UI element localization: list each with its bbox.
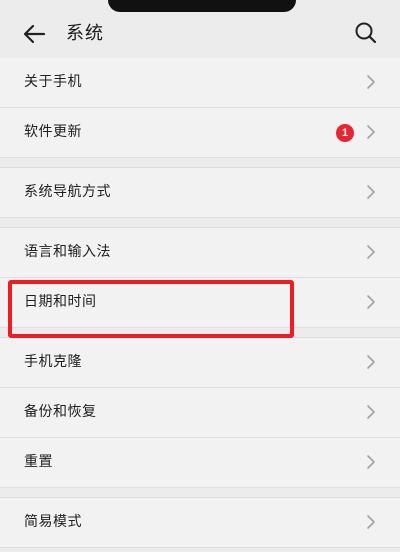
settings-item-backup-restore[interactable]: 备份和恢复	[0, 388, 400, 438]
settings-item-phone-clone[interactable]: 手机克隆	[0, 337, 400, 388]
back-arrow-icon	[23, 24, 46, 44]
chevron-right-icon	[367, 295, 375, 309]
chevron-right-icon	[367, 185, 375, 199]
settings-item-label: 简易模式	[24, 514, 82, 530]
settings-item-label: 重置	[24, 454, 53, 470]
settings-item-label: 关于手机	[24, 74, 82, 90]
chevron-right-icon	[367, 75, 375, 89]
settings-item-date-time[interactable]: 日期和时间	[0, 278, 400, 328]
settings-item-system-navigation[interactable]: 系统导航方式	[0, 167, 400, 218]
chevron-right-icon	[367, 405, 375, 419]
chevron-right-icon	[367, 455, 375, 469]
back-button[interactable]	[20, 19, 50, 49]
update-count-badge: 1	[336, 124, 354, 142]
app-header: 系统	[0, 0, 400, 66]
settings-item-about-phone[interactable]: 关于手机	[0, 58, 400, 108]
settings-item-software-update[interactable]: 软件更新 1	[0, 108, 400, 158]
settings-item-label: 系统导航方式	[24, 184, 111, 200]
chevron-right-icon	[367, 355, 375, 369]
search-icon	[355, 22, 377, 44]
chevron-right-icon	[367, 125, 375, 139]
chevron-right-icon	[367, 515, 375, 529]
chevron-right-icon	[367, 245, 375, 259]
settings-item-label: 备份和恢复	[24, 404, 97, 420]
settings-item-label: 软件更新	[24, 124, 82, 140]
settings-item-label: 语言和输入法	[24, 244, 111, 260]
settings-item-label: 手机克隆	[24, 354, 82, 370]
settings-item-reset[interactable]: 重置	[0, 438, 400, 488]
search-button[interactable]	[351, 18, 381, 48]
page-title: 系统	[66, 23, 104, 44]
settings-item-language-input[interactable]: 语言和输入法	[0, 227, 400, 278]
settings-item-label: 日期和时间	[24, 294, 97, 310]
settings-list: 关于手机 软件更新 1 系统导航方式 语言和输入法 日期和时间 手机克隆 备份和…	[0, 58, 400, 548]
settings-item-simple-mode[interactable]: 简易模式	[0, 497, 400, 548]
